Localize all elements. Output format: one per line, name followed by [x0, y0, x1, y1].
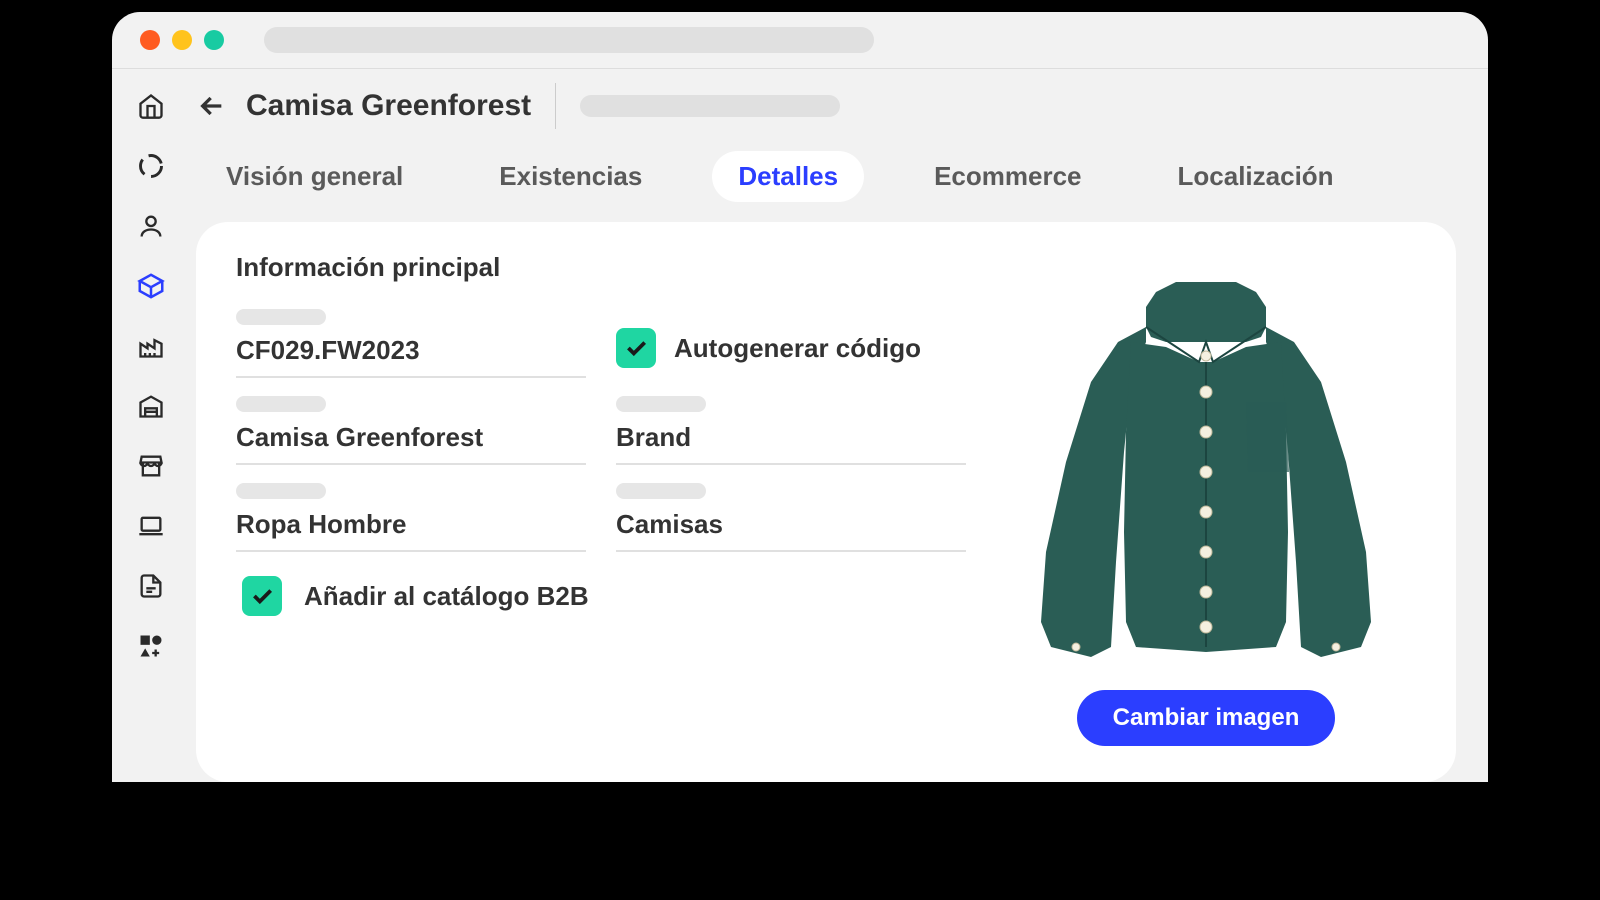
details-card: Información principal CF029.FW2023 Autog… — [196, 222, 1456, 782]
subcategory-label-placeholder — [616, 483, 706, 499]
section-title: Información principal — [236, 252, 966, 283]
brand-label-placeholder — [616, 396, 706, 412]
back-button[interactable] — [196, 90, 228, 122]
tab-overview[interactable]: Visión general — [200, 151, 429, 202]
autogen-label: Autogenerar código — [674, 333, 921, 364]
category-field[interactable]: Ropa Hombre — [236, 483, 586, 552]
app-window: Camisa Greenforest Visión general Existe… — [112, 12, 1488, 782]
laptop-icon[interactable] — [136, 511, 166, 541]
page-title: Camisa Greenforest — [246, 89, 531, 123]
tab-details[interactable]: Detalles — [712, 151, 864, 202]
name-value: Camisa Greenforest — [236, 422, 586, 465]
category-label-placeholder — [236, 483, 326, 499]
titlebar — [112, 12, 1488, 68]
subcategory-field[interactable]: Camisas — [616, 483, 966, 552]
subtitle-placeholder — [580, 95, 840, 117]
document-icon[interactable] — [136, 571, 166, 601]
image-area: Cambiar imagen — [996, 252, 1416, 746]
url-bar-placeholder[interactable] — [264, 27, 874, 53]
b2b-checkbox[interactable] — [242, 576, 282, 616]
factory-icon[interactable] — [136, 331, 166, 361]
subcategory-value: Camisas — [616, 509, 966, 552]
form-area: Información principal CF029.FW2023 Autog… — [236, 252, 966, 746]
name-label-placeholder — [236, 396, 326, 412]
home-icon[interactable] — [136, 91, 166, 121]
code-label-placeholder — [236, 309, 326, 325]
code-field[interactable]: CF029.FW2023 — [236, 309, 586, 378]
brand-field[interactable]: Brand — [616, 396, 966, 465]
window-minimize-dot[interactable] — [172, 30, 192, 50]
vertical-divider — [555, 83, 556, 129]
category-value: Ropa Hombre — [236, 509, 586, 552]
code-value: CF029.FW2023 — [236, 335, 586, 378]
tab-ecommerce[interactable]: Ecommerce — [908, 151, 1107, 202]
tab-localization[interactable]: Localización — [1152, 151, 1360, 202]
window-close-dot[interactable] — [140, 30, 160, 50]
header-row: Camisa Greenforest — [196, 83, 1456, 129]
window-maximize-dot[interactable] — [204, 30, 224, 50]
progress-circle-icon[interactable] — [136, 151, 166, 181]
shapes-icon[interactable] — [136, 631, 166, 661]
b2b-label: Añadir al catálogo B2B — [304, 581, 589, 612]
storefront-icon[interactable] — [136, 451, 166, 481]
box-icon[interactable] — [136, 271, 166, 301]
sidebar — [112, 69, 190, 782]
shirt-icon — [996, 252, 1416, 672]
change-image-button[interactable]: Cambiar imagen — [1077, 690, 1336, 746]
user-icon[interactable] — [136, 211, 166, 241]
warehouse-icon[interactable] — [136, 391, 166, 421]
brand-value: Brand — [616, 422, 966, 465]
product-image — [996, 252, 1416, 672]
main-content: Camisa Greenforest Visión general Existe… — [190, 69, 1488, 782]
autogen-checkbox[interactable] — [616, 328, 656, 368]
name-field[interactable]: Camisa Greenforest — [236, 396, 586, 465]
tab-stock[interactable]: Existencias — [473, 151, 668, 202]
tabs-row: Visión general Existencias Detalles Ecom… — [196, 137, 1456, 222]
